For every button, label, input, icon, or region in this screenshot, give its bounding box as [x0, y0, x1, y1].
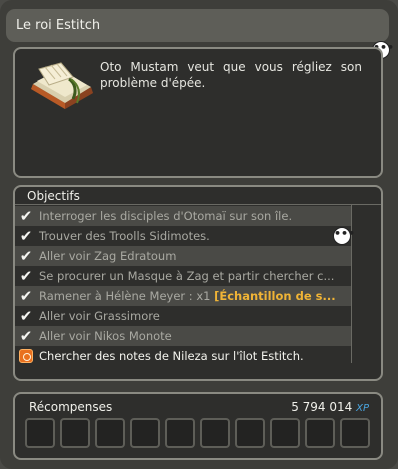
- objective-item[interactable]: ✔ Aller voir Nikos Monote: [15, 326, 351, 346]
- quest-description: Oto Mustam veut que vous régliez son pro…: [100, 60, 362, 90]
- reward-slot[interactable]: [165, 418, 195, 448]
- reward-slot[interactable]: [270, 418, 300, 448]
- objective-item[interactable]: ✔ Aller voir Grassimore: [15, 306, 351, 326]
- objectives-header: Objectifs: [15, 187, 381, 205]
- quest-window: Le roi Estitch ••• Oto Mustam veut que v…: [0, 0, 398, 469]
- objective-item[interactable]: ✔ Trouver des Troolls Sidimotes.: [15, 226, 351, 246]
- checkmark-icon: ✔: [19, 267, 33, 285]
- objective-item-link[interactable]: [Échantillon de s...: [214, 289, 335, 303]
- objective-text: Aller voir Zag Edratoum: [39, 249, 177, 263]
- objective-text: Se procurer un Masque à Zag et partir ch…: [39, 269, 335, 283]
- target-icon[interactable]: [19, 349, 33, 363]
- reward-slot[interactable]: [95, 418, 125, 448]
- reward-slot[interactable]: [305, 418, 335, 448]
- description-panel: Oto Mustam veut que vous régliez son pro…: [13, 47, 383, 178]
- reward-slot[interactable]: [130, 418, 160, 448]
- objectives-panel: Objectifs ✔ Interroger les disciples d'O…: [13, 185, 383, 381]
- reward-slot[interactable]: [340, 418, 370, 448]
- objective-text: Interroger les disciples d'Otomaï sur so…: [39, 209, 293, 223]
- checkmark-icon: ✔: [19, 247, 33, 265]
- window-title: Le roi Estitch: [6, 9, 389, 42]
- checkmark-icon: ✔: [19, 207, 33, 225]
- checkmark-icon: ✔: [19, 327, 33, 345]
- objective-item[interactable]: ✔ Se procurer un Masque à Zag et partir …: [15, 266, 351, 286]
- reward-slot[interactable]: [200, 418, 230, 448]
- reward-slot[interactable]: [60, 418, 90, 448]
- objective-item[interactable]: ✔ Ramener à Hélène Meyer : x1 [Échantill…: [15, 286, 351, 306]
- objective-text: Aller voir Nikos Monote: [39, 329, 172, 343]
- reward-slots: [25, 418, 375, 448]
- xp-value: 5 794 014: [291, 400, 353, 414]
- speech-bubble-icon[interactable]: •••: [333, 227, 355, 245]
- checkmark-icon: ✔: [19, 287, 33, 305]
- objective-text: Ramener à Hélène Meyer : x1: [39, 289, 215, 303]
- reward-slot[interactable]: [25, 418, 55, 448]
- reward-slot[interactable]: [235, 418, 265, 448]
- rewards-panel: Récompenses 5 794 014 XP: [13, 392, 383, 460]
- quest-book-icon: [31, 62, 93, 109]
- objective-item[interactable]: ✔ Aller voir Zag Edratoum: [15, 246, 351, 266]
- objective-text: Trouver des Troolls Sidimotes.: [39, 229, 210, 243]
- checkmark-icon: ✔: [19, 307, 33, 325]
- xp-unit: XP: [356, 403, 369, 414]
- objective-text: Chercher des notes de Nileza sur l'îlot …: [39, 349, 304, 363]
- objective-item-current[interactable]: Chercher des notes de Nileza sur l'îlot …: [15, 346, 351, 366]
- objectives-list: ✔ Interroger les disciples d'Otomaï sur …: [15, 206, 351, 366]
- xp-reward: 5 794 014 XP: [291, 400, 369, 414]
- checkmark-icon: ✔: [19, 227, 33, 245]
- rewards-label: Récompenses: [29, 400, 113, 414]
- objective-text: Aller voir Grassimore: [39, 309, 160, 323]
- objective-item[interactable]: ✔ Interroger les disciples d'Otomaï sur …: [15, 206, 351, 226]
